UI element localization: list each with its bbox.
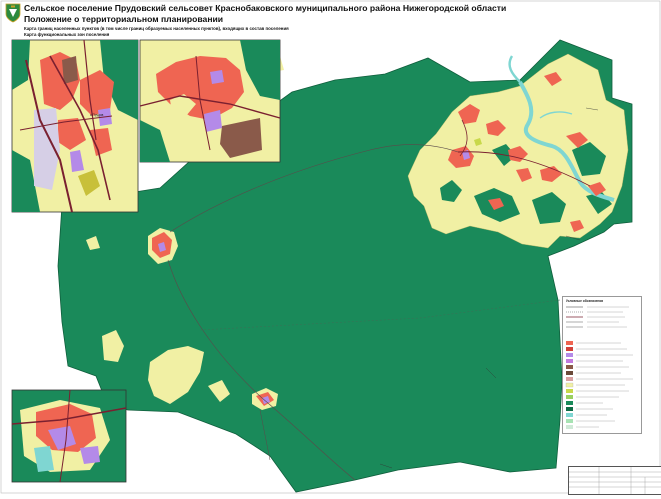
coat-of-arms-icon — [5, 3, 21, 23]
legend-swatch — [566, 371, 573, 375]
legend-swatch-water — [566, 413, 573, 417]
map-subtitle: Карта границ населенных пунктов (в том ч… — [24, 26, 289, 31]
legend-swatch-forest — [566, 401, 573, 405]
legend-swatch — [566, 407, 573, 411]
map-title-secondary: Положение о территориальном планировании — [24, 14, 224, 24]
inset-map-1 — [11, 39, 139, 213]
legend-panel: Условные обозначения — [562, 296, 642, 434]
legend-swatch — [566, 389, 573, 393]
inset-map-2 — [139, 39, 281, 163]
title-block-grid — [569, 467, 661, 494]
map-sheet: с.Прудов Сельское поселение Прудовский с… — [0, 0, 661, 495]
legend-swatch — [566, 347, 573, 351]
inset-label-village: с.Прудов — [90, 113, 104, 117]
map-title: Сельское поселение Прудовский сельсовет … — [24, 3, 507, 13]
legend-swatch — [566, 395, 573, 399]
title-block — [568, 466, 661, 495]
legend-swatch-agri — [565, 382, 574, 388]
legend-swatch — [566, 359, 573, 363]
legend-swatch — [566, 377, 573, 381]
legend-swatch — [566, 419, 573, 423]
legend-swatch-industrial — [566, 365, 573, 369]
legend-swatches — [565, 306, 633, 429]
legend-swatch-public — [566, 353, 573, 357]
legend-description-lines — [576, 306, 633, 428]
legend-swatch-residential — [566, 341, 573, 345]
map-subtitle-secondary: Карта функциональных зон поселения — [24, 32, 110, 37]
legend-swatch — [566, 425, 573, 429]
inset-map-3 — [11, 389, 127, 483]
